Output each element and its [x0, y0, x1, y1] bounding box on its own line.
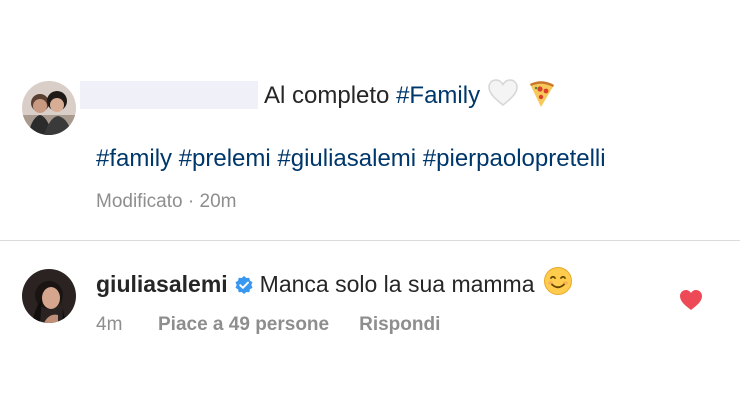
- divider: [0, 240, 740, 241]
- white-heart-icon: [488, 78, 518, 114]
- avatar[interactable]: [22, 81, 76, 135]
- avatar-photo: [22, 81, 76, 135]
- redacted-username: [80, 81, 258, 109]
- comment-likes-link[interactable]: Piace a 49 persone: [158, 314, 329, 336]
- post-caption: Al completo #Family #family #prelemi #gi…: [0, 0, 740, 240]
- hashtag-list[interactable]: #family #prelemi #giuliasalemi #pierpaol…: [96, 145, 606, 173]
- reply-button[interactable]: Rispondi: [359, 314, 440, 336]
- comment-text: Manca solo la sua mamma: [259, 270, 535, 297]
- comment-username[interactable]: giuliasalemi: [96, 271, 228, 298]
- caption-time: 20m: [199, 191, 237, 212]
- pizza-icon: [526, 77, 558, 116]
- comment-head: giuliasalemi Manca solo la sua mamma: [96, 266, 573, 302]
- avatar-photo: [22, 269, 76, 323]
- commenter-avatar[interactable]: [22, 269, 76, 323]
- smiling-face-icon: [543, 266, 573, 302]
- caption-line: Al completo #Family: [264, 77, 558, 116]
- caption-text: Al completo: [264, 82, 390, 109]
- meta-separator: ·: [187, 191, 195, 212]
- hashtag-family-link[interactable]: #Family: [396, 82, 480, 110]
- caption-meta: Modificato · 20m: [96, 191, 236, 213]
- like-heart-icon[interactable]: [679, 289, 703, 311]
- verified-badge-icon: [234, 274, 254, 294]
- edited-label: Modificato: [96, 191, 183, 212]
- comment-time: 4m: [96, 314, 123, 335]
- comment-meta: 4m Piace a 49 persone Rispondi: [96, 314, 440, 336]
